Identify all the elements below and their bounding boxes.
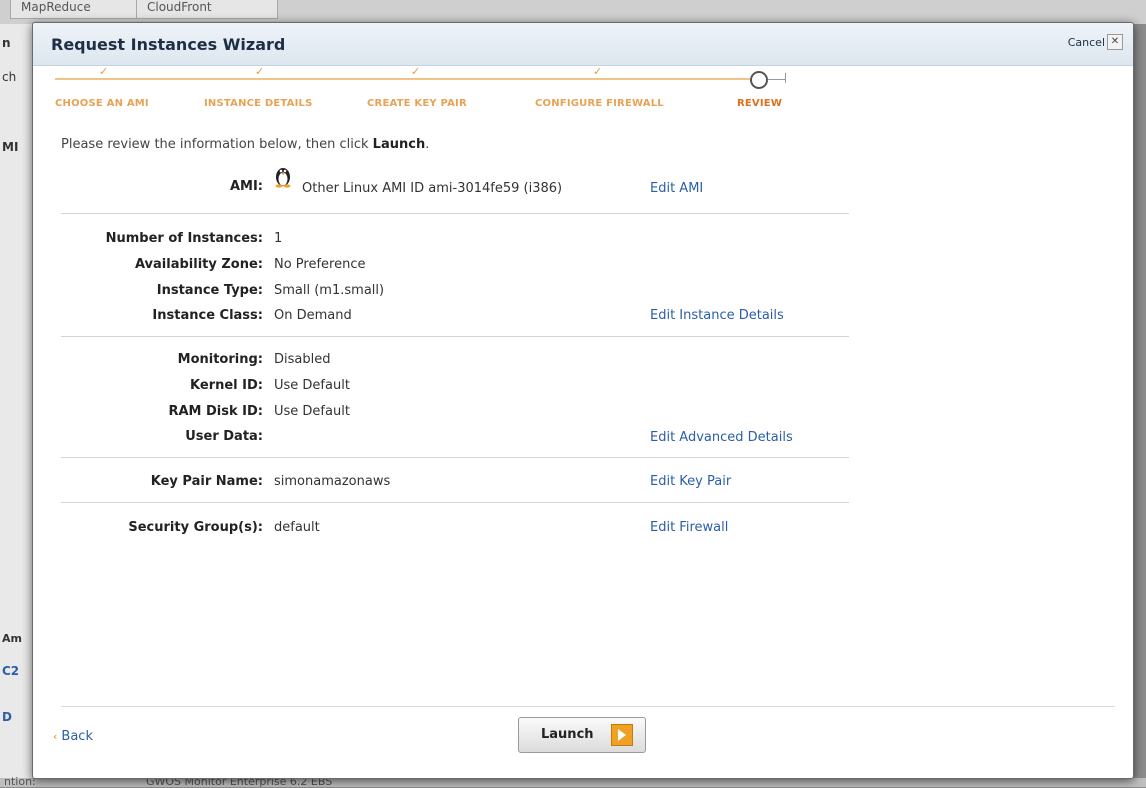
ram-disk-id-label: RAM Disk ID: bbox=[168, 404, 263, 419]
footer-divider bbox=[61, 706, 1115, 707]
close-icon[interactable]: ✕ bbox=[1107, 34, 1123, 50]
launch-label: Launch bbox=[541, 727, 594, 742]
step-complete-check-icon: ✓ bbox=[593, 65, 603, 78]
background-tab-mapreduce: MapReduce bbox=[10, 0, 142, 19]
number-of-instances-label: Number of Instances: bbox=[105, 231, 263, 246]
key-pair-name-value: simonamazonaws bbox=[274, 474, 391, 489]
kernel-id-value: Use Default bbox=[274, 378, 350, 393]
review-instructions: Please review the information below, the… bbox=[61, 137, 429, 152]
ami-value: Other Linux AMI ID ami-3014fe59 (i386) bbox=[302, 181, 563, 196]
step-create-key-pair: CREATE KEY PAIR bbox=[367, 98, 467, 109]
stepper-progress-line bbox=[55, 78, 750, 80]
back-label: Back bbox=[61, 729, 93, 744]
availability-zone-value: No Preference bbox=[274, 257, 366, 272]
instance-type-label: Instance Type: bbox=[156, 283, 263, 298]
step-complete-check-icon: ✓ bbox=[99, 65, 109, 78]
step-complete-check-icon: ✓ bbox=[255, 65, 265, 78]
step-review: REVIEW bbox=[737, 98, 783, 109]
edit-firewall-link[interactable]: Edit Firewall bbox=[650, 520, 728, 535]
background-app-footer: ntion: GWOS Monitor Enterprise 6.2 EBS bbox=[0, 775, 1146, 788]
instructions-text: Please review the information below, the… bbox=[61, 137, 373, 152]
background-fragment: C2 bbox=[2, 664, 20, 678]
chevron-left-icon: ‹ bbox=[53, 730, 58, 743]
instance-type-value: Small (m1.small) bbox=[274, 283, 385, 298]
section-divider bbox=[61, 457, 849, 458]
user-data-label: User Data: bbox=[185, 429, 263, 444]
edit-key-pair-link[interactable]: Edit Key Pair bbox=[650, 474, 731, 489]
ami-label: AMI: bbox=[229, 179, 263, 194]
instance-class-value: On Demand bbox=[274, 308, 352, 323]
linux-tux-icon bbox=[275, 168, 291, 188]
edit-instance-details-link[interactable]: Edit Instance Details bbox=[650, 308, 784, 323]
section-divider bbox=[61, 213, 849, 214]
background-tab-cloudfront: CloudFront bbox=[136, 0, 278, 19]
step-choose-ami: CHOOSE AN AMI bbox=[55, 98, 149, 109]
step-complete-check-icon: ✓ bbox=[411, 65, 421, 78]
stepper-end-tick bbox=[785, 73, 786, 83]
edit-ami-link[interactable]: Edit AMI bbox=[650, 181, 703, 196]
background-fragment: n bbox=[2, 36, 11, 50]
kernel-id-label: Kernel ID: bbox=[190, 378, 263, 393]
monitoring-value: Disabled bbox=[274, 352, 331, 367]
instructions-bold: Launch bbox=[372, 137, 426, 152]
number-of-instances-value: 1 bbox=[274, 231, 283, 246]
background-fragment: ntion: bbox=[4, 775, 36, 788]
step-configure-firewall: CONFIGURE FIREWALL bbox=[535, 98, 664, 109]
request-instances-wizard-dialog: Request Instances Wizard Cancel ✕ ✓ ✓ ✓ … bbox=[32, 22, 1134, 779]
section-divider bbox=[61, 502, 849, 503]
instructions-end: . bbox=[425, 137, 430, 152]
edit-advanced-details-link[interactable]: Edit Advanced Details bbox=[650, 430, 793, 445]
instance-class-label: Instance Class: bbox=[152, 308, 263, 323]
background-fragment: ch bbox=[2, 70, 17, 84]
back-link[interactable]: ‹ Back bbox=[53, 729, 93, 744]
dialog-title: Request Instances Wizard bbox=[51, 35, 286, 54]
play-arrow-icon bbox=[611, 724, 633, 746]
cancel-link[interactable]: Cancel bbox=[1068, 36, 1105, 49]
ram-disk-id-value: Use Default bbox=[274, 404, 350, 419]
key-pair-name-label: Key Pair Name: bbox=[150, 474, 263, 489]
background-fragment: MI bbox=[2, 140, 19, 154]
background-app-tabbar: MapReduce CloudFront bbox=[0, 0, 1146, 24]
background-app-sidebar: n ch MI Am C2 D bbox=[0, 24, 36, 787]
availability-zone-label: Availability Zone: bbox=[134, 257, 263, 272]
launch-button[interactable]: Launch bbox=[518, 717, 646, 753]
background-fragment: Am bbox=[2, 632, 22, 645]
dialog-titlebar: Request Instances Wizard Cancel ✕ bbox=[33, 23, 1133, 66]
stepper-remaining-line bbox=[766, 79, 786, 80]
step-instance-details: INSTANCE DETAILS bbox=[204, 98, 313, 109]
section-divider bbox=[61, 336, 849, 337]
security-groups-value: default bbox=[274, 520, 320, 535]
monitoring-label: Monitoring: bbox=[177, 352, 263, 367]
security-groups-label: Security Group(s): bbox=[128, 520, 263, 535]
current-step-circle-icon bbox=[750, 71, 768, 89]
background-fragment: D bbox=[2, 710, 12, 724]
